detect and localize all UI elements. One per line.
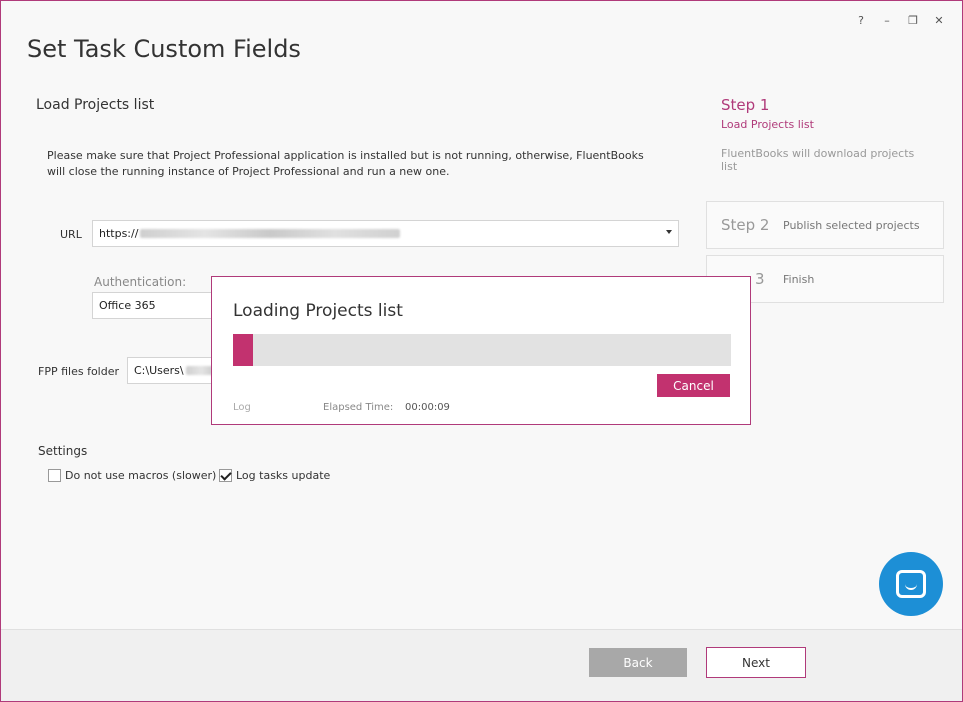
macros-label: Do not use macros (slower) [65,469,217,482]
authentication-label: Authentication: [94,275,187,289]
fpp-folder-value: C:\Users\ [134,364,184,377]
log-link[interactable]: Log [233,402,251,413]
log-tasks-checkbox[interactable] [219,469,232,482]
page-title: Set Task Custom Fields [27,35,301,63]
section-title: Load Projects list [36,97,155,113]
progress-bar [233,334,731,366]
step-1-description: FluentBooks will download projects list [721,147,915,173]
elapsed-time-label: Elapsed Time: [323,402,394,413]
log-tasks-option[interactable]: Log tasks update [219,469,330,482]
macros-checkbox[interactable] [48,469,61,482]
url-label: URL [60,228,82,241]
cancel-button[interactable]: Cancel [657,374,730,397]
macros-option[interactable]: Do not use macros (slower) [48,469,216,482]
step-2-subtitle: Publish selected projects [783,218,920,232]
info-text: Please make sure that Project Profession… [47,149,644,178]
back-button[interactable]: Back [589,648,687,677]
next-button[interactable]: Next [706,647,806,678]
loading-dialog-title: Loading Projects list [233,301,403,321]
step-1: Step 1 Load Projects list FluentBooks wi… [706,91,944,201]
chevron-down-icon[interactable] [666,230,672,234]
help-icon[interactable]: ? [852,13,870,29]
step-3-subtitle: Finish [783,272,815,286]
step-2: Step 2 Publish selected projects [706,201,944,249]
minimize-icon[interactable]: – [878,13,896,29]
elapsed-time-value: 00:00:09 [405,402,450,413]
settings-title: Settings [38,444,88,458]
chat-bubble-icon [896,570,926,598]
close-icon[interactable]: ✕ [930,13,948,29]
step-2-name: Step 2 [721,216,770,234]
url-dropdown[interactable]: https:// [92,220,679,247]
loading-dialog: Loading Projects list Cancel Log Elapsed… [211,276,751,425]
url-redacted [140,229,401,238]
progress-fill [233,334,253,366]
url-value: https:// [99,227,139,240]
chat-button[interactable] [879,552,943,616]
footer-bar [1,629,962,701]
window-controls: ? – ❐ ✕ [852,13,948,29]
restore-icon[interactable]: ❐ [904,13,922,29]
step-1-subtitle: Load Projects list [721,118,814,131]
authentication-value: Office 365 [99,299,156,312]
step-1-name: Step 1 [721,96,770,114]
fpp-folder-label: FPP files folder [38,365,120,378]
log-tasks-label: Log tasks update [236,469,331,482]
